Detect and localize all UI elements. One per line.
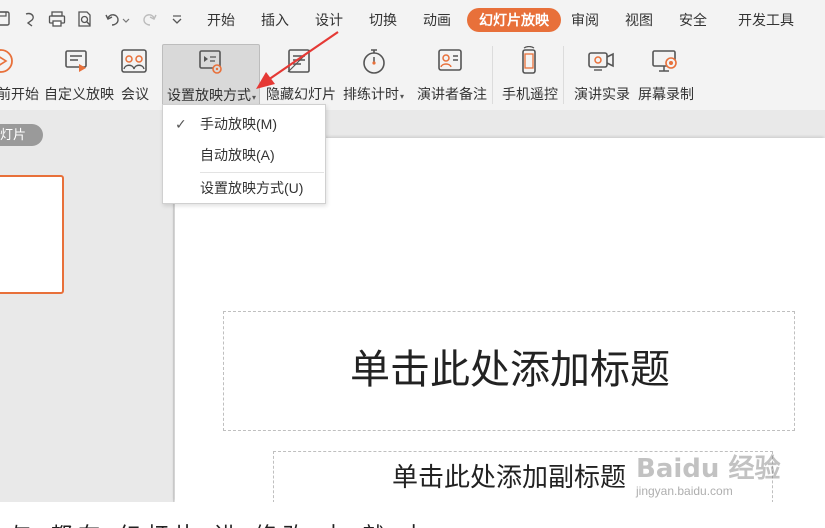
custom-show-icon: [62, 46, 92, 76]
custom-show-button[interactable]: 自定义放映: [42, 44, 114, 106]
slide-thumbnail[interactable]: [0, 175, 64, 294]
meeting-icon: [119, 46, 149, 76]
play-from-current-icon: [0, 46, 16, 76]
screen-record-icon: [650, 46, 680, 76]
caret-down-icon: ▾: [252, 93, 257, 102]
phone-remote-icon: [514, 45, 544, 76]
record-presentation-button[interactable]: 演讲实录: [572, 44, 632, 106]
caption-strip: 与 都在 幻灯片 进 修改 中 就 中: [0, 502, 825, 528]
screen-record-label: 屏幕录制: [638, 86, 694, 102]
hide-slide-icon: [284, 46, 314, 76]
phone-remote-label: 手机遥控: [502, 86, 558, 102]
tab-security[interactable]: 安全: [679, 10, 707, 30]
checkmark-icon: ✓: [175, 116, 187, 132]
menu-item-auto-show[interactable]: 自动放映(A): [163, 140, 325, 170]
play-from-current-label: 前开始: [0, 86, 39, 102]
tab-design[interactable]: 设计: [315, 10, 343, 30]
tab-slideshow[interactable]: 幻灯片放映: [467, 8, 561, 32]
record-presentation-icon: [586, 46, 616, 76]
play-from-current-button[interactable]: 前开始: [0, 44, 39, 106]
menu-item-manual-show[interactable]: ✓ 手动放映(M): [163, 109, 325, 139]
setup-show-button[interactable]: 设置放映方式▾: [162, 44, 260, 106]
watermark-url: jingyan.baidu.com: [636, 484, 733, 498]
setup-show-label-text: 设置放映方式: [167, 87, 251, 103]
print-preview-icon[interactable]: [76, 10, 94, 28]
print-icon[interactable]: [48, 10, 66, 28]
rehearse-timings-icon: [359, 46, 389, 76]
ribbon-separator: [563, 46, 564, 104]
setup-show-dropdown-menu: ✓ 手动放映(M) 自动放映(A) 设置放映方式(U): [162, 104, 326, 204]
caret-down-icon: ▾: [400, 92, 405, 101]
speaker-notes-button[interactable]: 演讲者备注: [414, 44, 487, 106]
slide-panel-tab-label: 幻灯片: [0, 127, 27, 142]
tab-review[interactable]: 审阅: [571, 10, 599, 30]
ribbon-separator: [492, 46, 493, 104]
menu-bar: 开始 插入 设计 切换 动画 幻灯片放映 审阅 视图 安全 开发工具: [0, 0, 825, 40]
menu-item-auto-show-label: 自动放映(A): [200, 147, 275, 163]
tab-view[interactable]: 视图: [625, 10, 653, 30]
undo-dropdown-icon[interactable]: [122, 10, 130, 28]
ribbon-toolbar: 前开始 自定义放映 会议 设置放映方式▾ 隐藏幻灯片 排练计时▾ 演讲者备注 手…: [0, 40, 825, 110]
save-icon[interactable]: [0, 10, 12, 28]
menu-item-setup-show-label: 设置放映方式(U): [200, 180, 304, 196]
hide-slide-button[interactable]: 隐藏幻灯片: [266, 44, 336, 106]
watermark: Baidu 经验 jingyan.baidu.com: [636, 448, 786, 500]
slide-panel-tab[interactable]: 幻灯片: [0, 124, 43, 146]
menu-item-setup-show[interactable]: 设置放映方式(U): [163, 173, 325, 203]
undo-icon[interactable]: [104, 10, 122, 28]
tab-animations[interactable]: 动画: [423, 10, 451, 30]
title-placeholder-text: 单击此处添加标题: [350, 347, 670, 393]
custom-show-label: 自定义放映: [44, 86, 114, 102]
hide-slide-label: 隐藏幻灯片: [266, 86, 336, 102]
tab-developer[interactable]: 开发工具: [738, 10, 794, 30]
undo-history-icon[interactable]: [21, 10, 39, 28]
screen-record-button[interactable]: 屏幕录制: [636, 44, 696, 106]
title-placeholder[interactable]: 单击此处添加标题: [223, 311, 795, 431]
rehearse-timings-label-text: 排练计时: [343, 86, 399, 102]
record-presentation-label: 演讲实录: [574, 86, 630, 102]
setup-show-icon: [196, 47, 226, 77]
slide-thumbnail-panel[interactable]: 幻灯片: [0, 124, 72, 502]
tab-transitions[interactable]: 切换: [369, 10, 397, 30]
watermark-logo: Baidu 经验: [636, 454, 781, 484]
meeting-label: 会议: [121, 86, 149, 102]
tab-insert[interactable]: 插入: [261, 10, 289, 30]
tab-home[interactable]: 开始: [207, 10, 235, 30]
setup-show-label: 设置放映方式▾: [167, 86, 256, 104]
caption-text: 与 都在 幻灯片 进 修改 中 就 中: [10, 518, 431, 528]
meeting-button[interactable]: 会议: [116, 44, 152, 106]
speaker-notes-icon: [435, 46, 465, 76]
rehearse-timings-label: 排练计时▾: [343, 85, 404, 103]
rehearse-timings-button[interactable]: 排练计时▾: [342, 44, 408, 106]
customize-dropdown-icon[interactable]: [168, 10, 186, 28]
speaker-notes-label: 演讲者备注: [417, 86, 487, 102]
redo-icon[interactable]: [140, 10, 158, 28]
menu-item-manual-show-label: 手动放映(M): [200, 116, 277, 132]
phone-remote-button[interactable]: 手机遥控: [500, 44, 560, 106]
